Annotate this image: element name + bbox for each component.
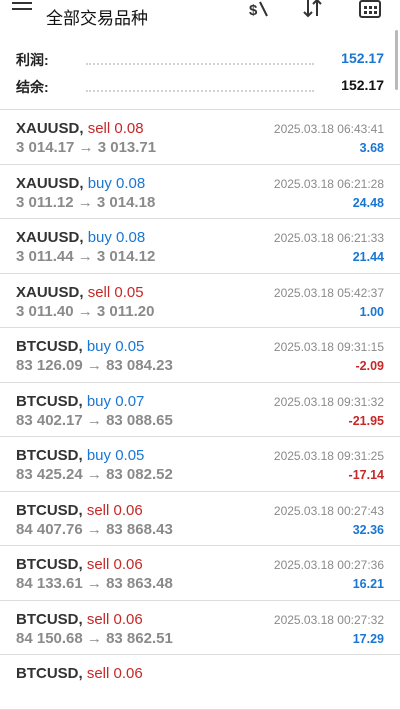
trade-symbol: BTCUSD, sell 0.06 <box>16 502 143 519</box>
trade-time: 2025.03.18 00:27:32 <box>273 612 384 627</box>
trade-symbol: BTCUSD, buy 0.05 <box>16 447 144 464</box>
dollar-sort-icon[interactable]: $ <box>244 0 270 18</box>
symbol-label: BTCUSD, <box>16 665 83 682</box>
symbol-label: BTCUSD, <box>16 392 83 410</box>
profit-label: 利润: <box>16 52 49 68</box>
symbol-label: BTCUSD, <box>16 556 83 573</box>
trade-profit: -21.95 <box>348 413 384 428</box>
trade-prices: 3 011.12 → 3 014.18 <box>16 193 156 211</box>
svg-text:$: $ <box>249 2 258 18</box>
menu-icon[interactable] <box>12 2 32 16</box>
table-row[interactable]: XAUUSD, sell 0.05 3 011.40 → 3 011.20 2025… <box>0 274 400 328</box>
symbol-label: XAUUSD, <box>16 229 84 246</box>
trade-direction: sell 0.06 <box>86 610 143 628</box>
trade-profit: -2.09 <box>355 359 385 373</box>
scrollbar[interactable] <box>395 30 398 90</box>
trade-symbol: XAUUSD, buy 0.08 <box>16 229 145 246</box>
trade-prices: 83 126.09 → 83 084.23 <box>16 357 173 374</box>
trade-direction: buy 0.05 <box>86 447 145 464</box>
trade-symbol: XAUUSD, sell 0.08 <box>16 120 144 137</box>
dotted-leader <box>86 90 314 92</box>
trade-symbol: BTCUSD, sell 0.06 <box>16 611 143 628</box>
trade-profit: -17.14 <box>348 468 384 482</box>
table-row[interactable]: BTCUSD, sell 0.06 84 150.68 → 83 862.51 20… <box>0 601 400 655</box>
trade-prices: 3 011.44 → 3 014.12 <box>16 248 156 265</box>
trade-symbol: BTCUSD, buy 0.07 <box>16 393 144 410</box>
profit-row: 利润: 152.17 <box>16 50 384 74</box>
table-row[interactable]: BTCUSD, buy 0.05 83 425.24 → 83 082.52 202… <box>0 437 400 492</box>
trade-profit: 1.00 <box>359 304 384 319</box>
trade-prices: 84 150.68 → 83 862.51 <box>16 629 173 647</box>
trade-direction: buy 0.08 <box>87 174 146 192</box>
trade-prices: 3 011.40 → 3 011.20 <box>16 302 155 320</box>
trade-time: 2025.03.18 05:42:37 <box>273 285 384 300</box>
table-row[interactable]: XAUUSD, buy 0.08 3 011.44 → 3 014.12 2025.… <box>0 219 400 274</box>
page-title: 全部交易品种 <box>46 9 148 28</box>
table-row[interactable]: BTCUSD, sell 0.06 84 407.76 → 83 868.43 20… <box>0 492 400 546</box>
trade-prices: 3 014.17 → 3 013.71 <box>16 139 157 156</box>
table-row[interactable]: XAUUSD, sell 0.08 3 014.17 → 3 013.71 2025… <box>0 110 400 165</box>
trade-prices: 83 402.17 → 83 088.65 <box>16 411 173 429</box>
table-row[interactable]: XAUUSD, buy 0.08 3 011.12 → 3 014.18 2025.… <box>0 165 400 219</box>
trade-time: 2025.03.18 00:27:36 <box>273 558 384 572</box>
trade-profit: 3.68 <box>359 141 384 155</box>
trade-profit: 32.36 <box>352 522 384 537</box>
trade-prices: 83 425.24 → 83 082.52 <box>16 466 173 483</box>
symbol-label: BTCUSD, <box>16 447 83 464</box>
trade-prices: 84 407.76 → 83 868.43 <box>16 520 173 538</box>
symbol-label: XAUUSD, <box>16 120 84 137</box>
trade-list: XAUUSD, sell 0.08 3 014.17 → 3 013.71 2025… <box>0 109 400 710</box>
balance-row: 结余: 152.17 <box>16 77 384 101</box>
trade-time: 2025.03.18 09:31:32 <box>273 394 384 409</box>
table-row[interactable]: BTCUSD, buy 0.05 83 126.09 → 83 084.23 202… <box>0 328 400 383</box>
trade-direction: sell 0.06 <box>86 665 143 682</box>
trade-symbol: XAUUSD, sell 0.05 <box>16 284 144 301</box>
trade-time: 2025.03.18 06:43:41 <box>273 122 384 136</box>
summary-panel: 利润: 152.17 结余: 152.17 <box>0 30 400 110</box>
dotted-leader <box>86 63 314 65</box>
trade-time: 2025.03.18 09:31:25 <box>273 449 384 463</box>
symbol-label: XAUUSD, <box>16 174 84 192</box>
trade-symbol: BTCUSD, sell 0.06 <box>16 665 143 682</box>
sort-icon[interactable] <box>300 0 326 18</box>
balance-label: 结余: <box>16 79 49 95</box>
trade-profit: 21.44 <box>352 250 384 264</box>
table-row[interactable]: BTCUSD, buy 0.07 83 402.17 → 83 088.65 202… <box>0 383 400 437</box>
table-row[interactable]: BTCUSD, sell 0.06 <box>0 655 400 710</box>
trade-profit: 16.21 <box>352 577 384 591</box>
trade-direction: buy 0.07 <box>86 392 145 410</box>
trade-direction: sell 0.05 <box>87 283 144 301</box>
trade-direction: sell 0.06 <box>86 501 143 519</box>
trade-direction: buy 0.05 <box>86 338 145 355</box>
trade-profit: 24.48 <box>352 195 384 210</box>
trade-time: 2025.03.18 06:21:33 <box>273 231 384 245</box>
trade-symbol: XAUUSD, buy 0.08 <box>16 175 145 192</box>
trade-symbol: BTCUSD, buy 0.05 <box>16 338 144 355</box>
trade-profit: 17.29 <box>352 631 384 646</box>
calendar-icon[interactable] <box>358 0 384 18</box>
top-bar: 全部交易品种 $ <box>0 0 400 30</box>
trade-symbol: BTCUSD, sell 0.06 <box>16 556 143 573</box>
trade-direction: buy 0.08 <box>87 229 146 246</box>
symbol-label: BTCUSD, <box>16 338 83 355</box>
trade-time: 2025.03.18 06:21:28 <box>273 176 384 191</box>
trade-prices: 84 133.61 → 83 863.48 <box>16 575 173 592</box>
symbol-label: BTCUSD, <box>16 610 83 628</box>
trade-direction: sell 0.06 <box>86 556 143 573</box>
profit-value: 152.17 <box>341 50 384 66</box>
symbol-label: BTCUSD, <box>16 501 83 519</box>
balance-value: 152.17 <box>341 77 384 93</box>
trade-time: 2025.03.18 00:27:43 <box>273 503 384 518</box>
trade-time: 2025.03.18 09:31:15 <box>273 340 384 354</box>
symbol-label: XAUUSD, <box>16 283 84 301</box>
trade-direction: sell 0.08 <box>87 120 144 137</box>
table-row[interactable]: BTCUSD, sell 0.06 84 133.61 → 83 863.48 20… <box>0 546 400 601</box>
